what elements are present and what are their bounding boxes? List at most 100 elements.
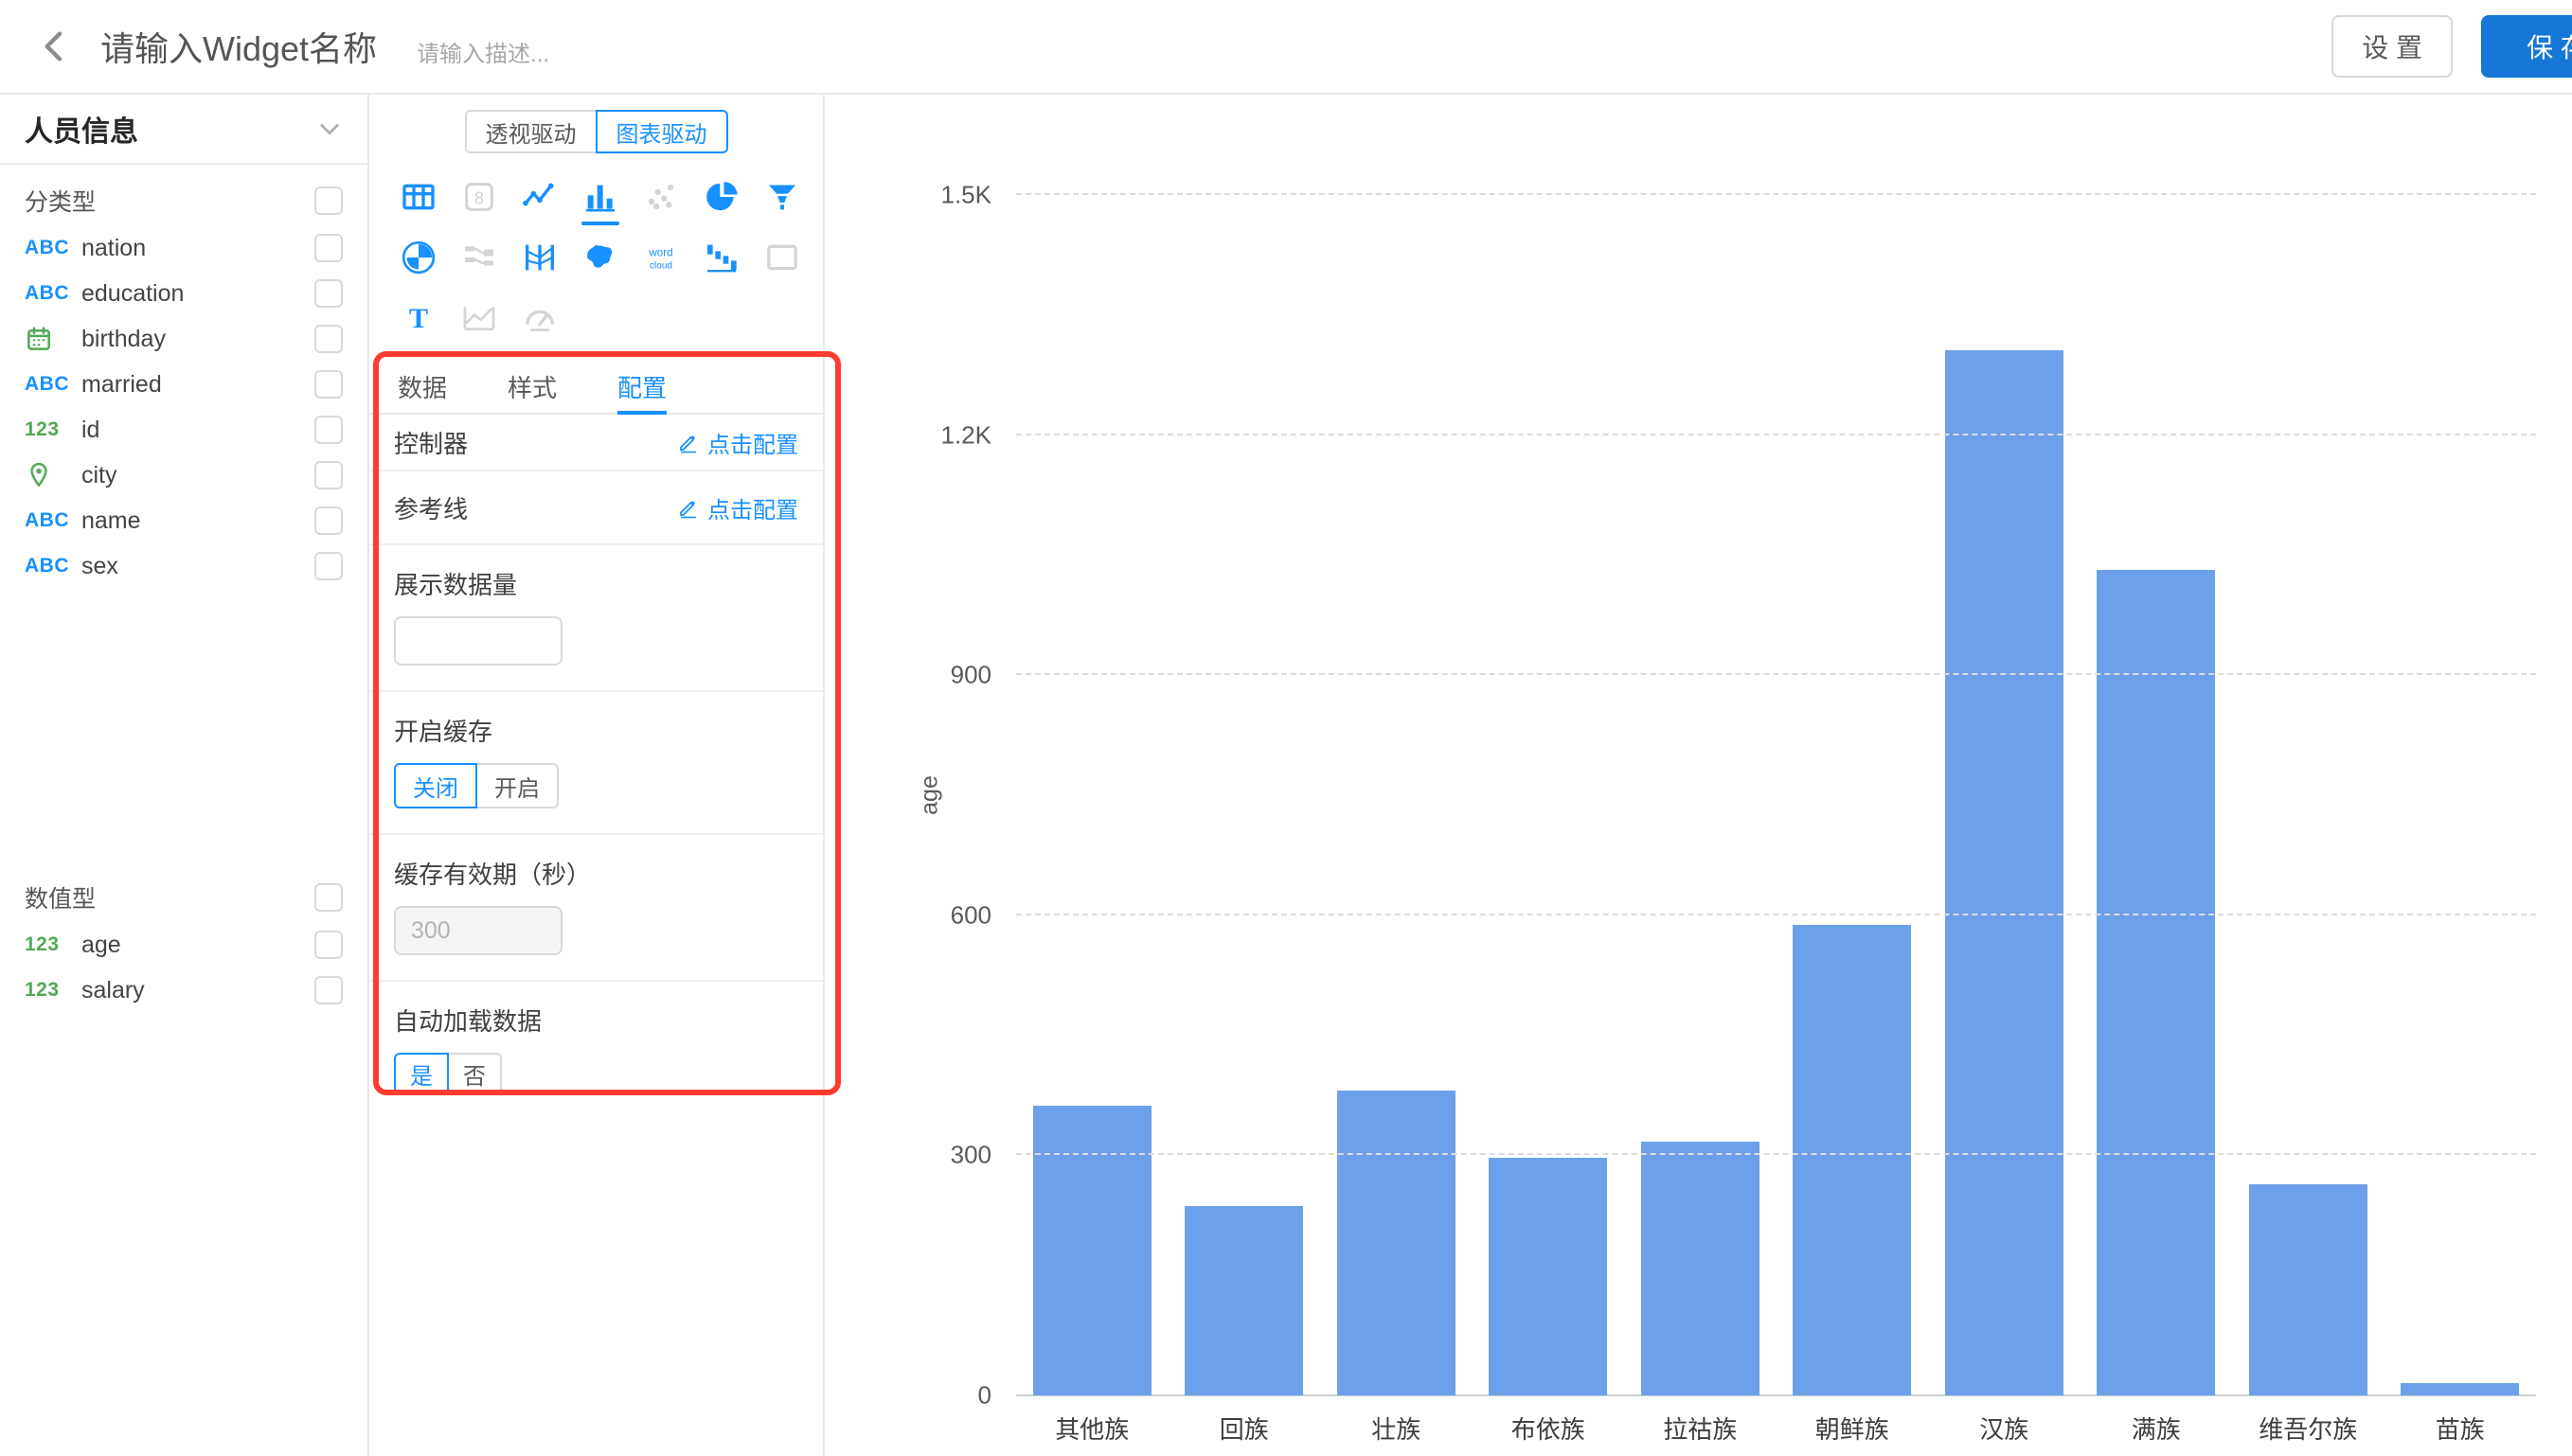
field-checkbox[interactable] (314, 506, 343, 535)
x-tick-label: 壮族 (1320, 1411, 1473, 1446)
rose-chart-icon[interactable] (388, 227, 449, 288)
display-limit-label: 展示数据量 (394, 566, 798, 601)
widget-name-input[interactable]: 请输入Widget名称 (100, 22, 377, 71)
bar-series (1016, 195, 2536, 1395)
field-item-name[interactable]: ABCname (0, 498, 367, 543)
y-tick-label: 300 (951, 1141, 991, 1170)
pivot-mode-button[interactable]: 透视驱动 (465, 110, 598, 153)
field-checkbox[interactable] (314, 931, 343, 959)
chart-mode-button[interactable]: 图表驱动 (596, 110, 728, 153)
reference-configure-link[interactable]: 点击配置 (677, 491, 798, 524)
doubleaxis-chart-icon (449, 288, 509, 348)
scatter-chart-icon (631, 167, 691, 227)
field-item-city[interactable]: city (0, 453, 367, 498)
field-name: salary (81, 977, 314, 1004)
field-name: id (81, 417, 314, 444)
autoload-no-button[interactable]: 否 (447, 1053, 502, 1094)
y-axis-title: age (916, 775, 943, 815)
field-checkbox[interactable] (314, 370, 343, 399)
field-checkbox[interactable] (314, 279, 343, 308)
cache-block: 开启缓存 关闭开启 (369, 692, 823, 835)
tab-config[interactable]: 配置 (617, 360, 667, 413)
field-item-married[interactable]: ABCmarried (0, 362, 367, 407)
svg-text:word: word (648, 246, 672, 258)
field-checkbox[interactable] (314, 976, 343, 1004)
number-type-icon: 123 (25, 979, 81, 1002)
bar-苗族 (2401, 1383, 2519, 1395)
back-button[interactable] (32, 24, 78, 69)
reference-configure-label: 点击配置 (707, 491, 798, 524)
save-button[interactable]: 保 存 (2481, 15, 2572, 78)
map-chart-icon[interactable] (570, 227, 631, 288)
wordcloud-chart-icon[interactable]: word cloud (631, 227, 691, 288)
cache-expire-input[interactable] (394, 906, 563, 955)
funnel-chart-icon[interactable] (752, 167, 813, 227)
text-type-icon: ABC (25, 373, 81, 396)
section-checkbox[interactable] (314, 883, 343, 912)
x-tick-label: 苗族 (2384, 1411, 2537, 1446)
field-name: sex (81, 553, 314, 580)
waterfall-chart-icon[interactable] (691, 227, 752, 288)
table-chart-icon[interactable] (388, 167, 449, 227)
pie-chart-icon[interactable] (691, 167, 752, 227)
settings-button[interactable]: 设 置 (2331, 15, 2453, 78)
parallel-chart-icon[interactable] (509, 227, 570, 288)
field-item-nation[interactable]: ABCnation (0, 225, 367, 271)
cache-on-button[interactable]: 开启 (475, 763, 559, 808)
controller-configure-label: 点击配置 (707, 426, 798, 459)
location-icon (25, 461, 53, 489)
line-chart-icon[interactable] (509, 167, 570, 227)
field-item-salary[interactable]: 123salary (0, 968, 367, 1013)
cache-off-button[interactable]: 关闭 (394, 763, 477, 808)
controller-row: 控制器 点击配置 (369, 415, 823, 471)
bar-chart-icon[interactable] (570, 167, 631, 227)
field-item-birthday[interactable]: birthday (0, 316, 367, 362)
field-checkbox[interactable] (314, 416, 343, 444)
field-item-id[interactable]: 123id (0, 407, 367, 453)
plot-area: age 其他族回族壮族布依族拉祜族朝鲜族汉族满族维吾尔族苗族 030060090… (1016, 195, 2536, 1395)
field-section-label: 分类型 (25, 184, 96, 218)
bar-回族 (1185, 1206, 1303, 1395)
tab-data[interactable]: 数据 (398, 360, 447, 413)
bar-slot (1169, 195, 1321, 1395)
gridline (1016, 434, 2536, 435)
y-tick-label: 600 (951, 900, 991, 930)
autoload-block: 自动加载数据 是否 (369, 982, 823, 1119)
scorecard-chart-icon: 8 (449, 167, 509, 227)
x-tick-label: 其他族 (1016, 1411, 1169, 1446)
display-limit-input[interactable] (394, 616, 563, 666)
field-checkbox[interactable] (314, 234, 343, 262)
x-tick-label: 汉族 (1928, 1411, 2081, 1446)
bar-汉族 (1945, 350, 2063, 1395)
header: 请输入Widget名称 请输入描述... 设 置 保 存 (0, 0, 2572, 95)
field-checkbox[interactable] (314, 552, 343, 580)
bar-拉祜族 (1641, 1142, 1759, 1395)
x-tick-label: 朝鲜族 (1777, 1411, 1929, 1446)
field-item-sex[interactable]: ABCsex (0, 543, 367, 589)
field-item-age[interactable]: 123age (0, 922, 367, 968)
field-checkbox[interactable] (314, 325, 343, 353)
text-chart-icon[interactable]: T (388, 288, 449, 348)
widget-editor: 请输入Widget名称 请输入描述... 设 置 保 存 人员信息 分类型 ABC… (0, 0, 2572, 1456)
sidebar-sections: 分类型 ABCnationABCeducationbirthdayABCmarri… (0, 165, 367, 1013)
field-checkbox[interactable] (314, 461, 343, 489)
text-type-icon: ABC (25, 282, 81, 305)
config-panel: 透视驱动图表驱动 8wordcloudT 数据样式配置 控制器 点击配置 参考线… (369, 95, 825, 1456)
section-checkbox[interactable] (314, 186, 343, 215)
widget-description-input[interactable]: 请输入描述... (417, 35, 549, 68)
field-section: 分类型 ABCnationABCeducationbirthdayABCmarri… (0, 165, 367, 589)
tab-style[interactable]: 样式 (508, 360, 557, 413)
bar-slot (1320, 195, 1473, 1395)
chart-type-grid: 8 word cloud T (369, 167, 823, 348)
autoload-yes-button[interactable]: 是 (394, 1053, 449, 1094)
bar-slot (1016, 195, 1169, 1395)
bar-slot (1473, 195, 1625, 1395)
field-section-header: 数值型 (0, 873, 367, 922)
x-axis-labels: 其他族回族壮族布依族拉祜族朝鲜族汉族满族维吾尔族苗族 (1016, 1411, 2536, 1446)
calendar-icon (25, 325, 53, 353)
field-item-education[interactable]: ABCeducation (0, 271, 367, 316)
controller-configure-link[interactable]: 点击配置 (677, 426, 798, 459)
svg-text:cloud: cloud (650, 261, 672, 272)
bar-slot (1777, 195, 1929, 1395)
data-source-selector[interactable]: 人员信息 (0, 95, 367, 165)
